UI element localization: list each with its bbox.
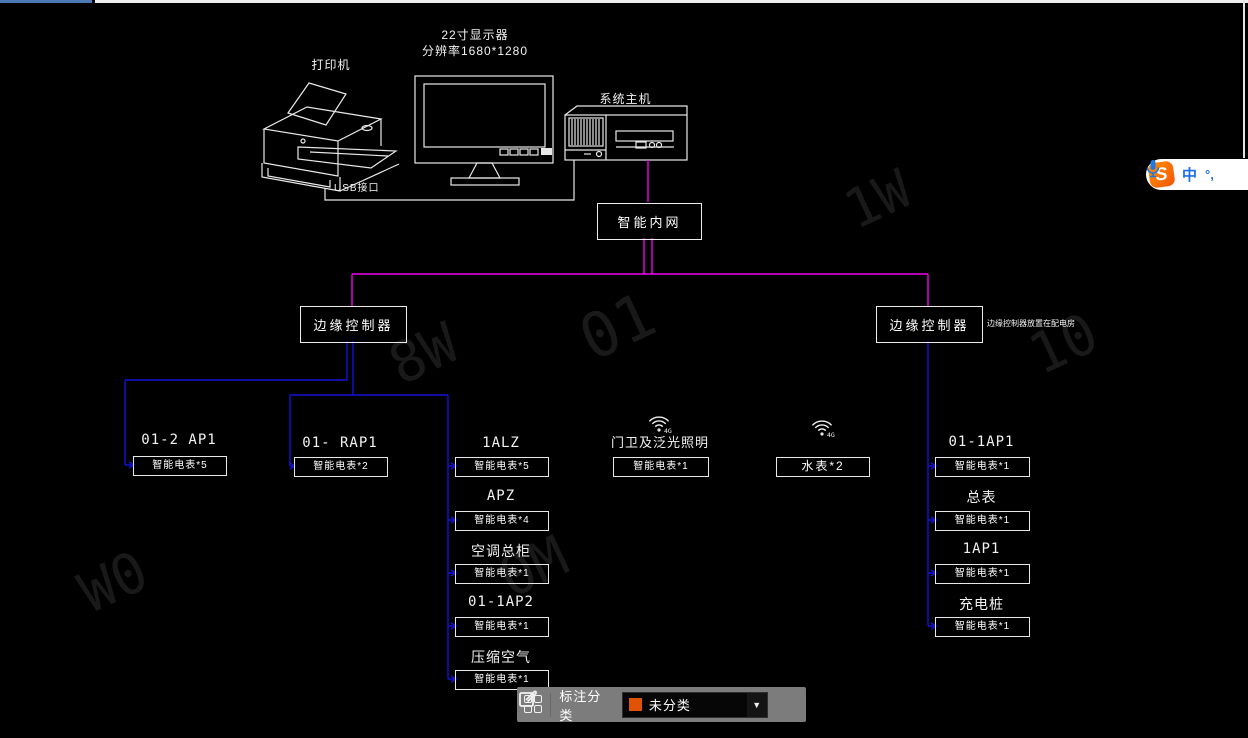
edge-controller-right-box: 边缘控制器 — [876, 306, 983, 343]
host-illustration — [565, 106, 687, 160]
ime-punct-toggle[interactable]: °, — [1205, 167, 1214, 182]
meter-box: 智能电表*4 — [455, 511, 549, 531]
annotation-toolbar: 标注分类 未分类 ▼ — [517, 687, 806, 722]
device-title: 01- RAP1 — [294, 435, 386, 451]
cad-canvas[interactable]: 01 8W 0M 1W W0 10 — [0, 0, 1248, 738]
edge-controller-left-box: 边缘控制器 — [300, 306, 407, 343]
toolbar-divider — [550, 693, 551, 717]
meter-box: 智能电表*1 — [455, 617, 549, 637]
meter-box: 智能电表*1 — [935, 564, 1030, 584]
category-dropdown-value: 未分类 — [649, 695, 740, 714]
device-title: 01-2 AP1 — [133, 432, 225, 448]
edit-pencil-icon — [517, 687, 539, 709]
device-title: 01-1AP2 — [455, 594, 547, 610]
device-title: 总表 — [935, 487, 1028, 507]
ime-bar: S 中 °, — [1146, 159, 1248, 190]
gateway-box: 智能内网 — [597, 203, 702, 240]
device-title: 1AP1 — [935, 541, 1028, 557]
meter-box: 智能电表*1 — [935, 457, 1030, 477]
meter-box: 智能电表*2 — [294, 457, 388, 477]
device-title: 1ALZ — [455, 435, 547, 451]
device-title: 门卫及泛光照明 — [598, 432, 722, 451]
meter-box: 水表*2 — [776, 457, 870, 477]
category-label: 标注分类 — [559, 686, 613, 724]
meter-box: 智能电表*1 — [935, 511, 1030, 531]
device-title: 压缩空气 — [455, 647, 547, 667]
edge-controller-note: 边缘控制器放置在配电房 — [987, 318, 1075, 329]
host-label: 系统主机 — [583, 90, 668, 107]
meter-box: 智能电表*1 — [455, 564, 549, 584]
printer-label: 打印机 — [296, 56, 366, 73]
wifi-icon: 4G — [812, 421, 835, 439]
meter-box: 智能电表*5 — [133, 456, 227, 476]
meter-box: 智能电表*1 — [613, 457, 709, 477]
category-color-swatch — [629, 698, 642, 711]
chevron-down-icon: ▼ — [747, 693, 767, 717]
edit-annotation-button[interactable] — [776, 693, 799, 717]
ime-mode-toggle[interactable]: 中 — [1182, 164, 1197, 185]
meter-box: 智能电表*5 — [455, 457, 549, 477]
printer-illustration — [262, 83, 399, 191]
meter-box: 智能电表*1 — [935, 617, 1030, 637]
device-title: 充电桩 — [935, 594, 1028, 614]
monitor-label-size: 22寸显示器 — [405, 26, 545, 43]
svg-text:4G: 4G — [827, 431, 835, 439]
device-title: 01-1AP1 — [935, 434, 1028, 450]
mic-icon[interactable] — [1146, 159, 1160, 179]
device-title: APZ — [455, 488, 547, 504]
device-title: 空调总柜 — [455, 541, 547, 561]
monitor-label-res: 分辨率1680*1280 — [405, 42, 545, 59]
usb-label: USB接口 — [334, 179, 380, 194]
monitor-illustration — [415, 76, 553, 185]
diagram-lines: 4G 4G — [0, 0, 1248, 738]
category-dropdown[interactable]: 未分类 ▼ — [622, 692, 768, 718]
